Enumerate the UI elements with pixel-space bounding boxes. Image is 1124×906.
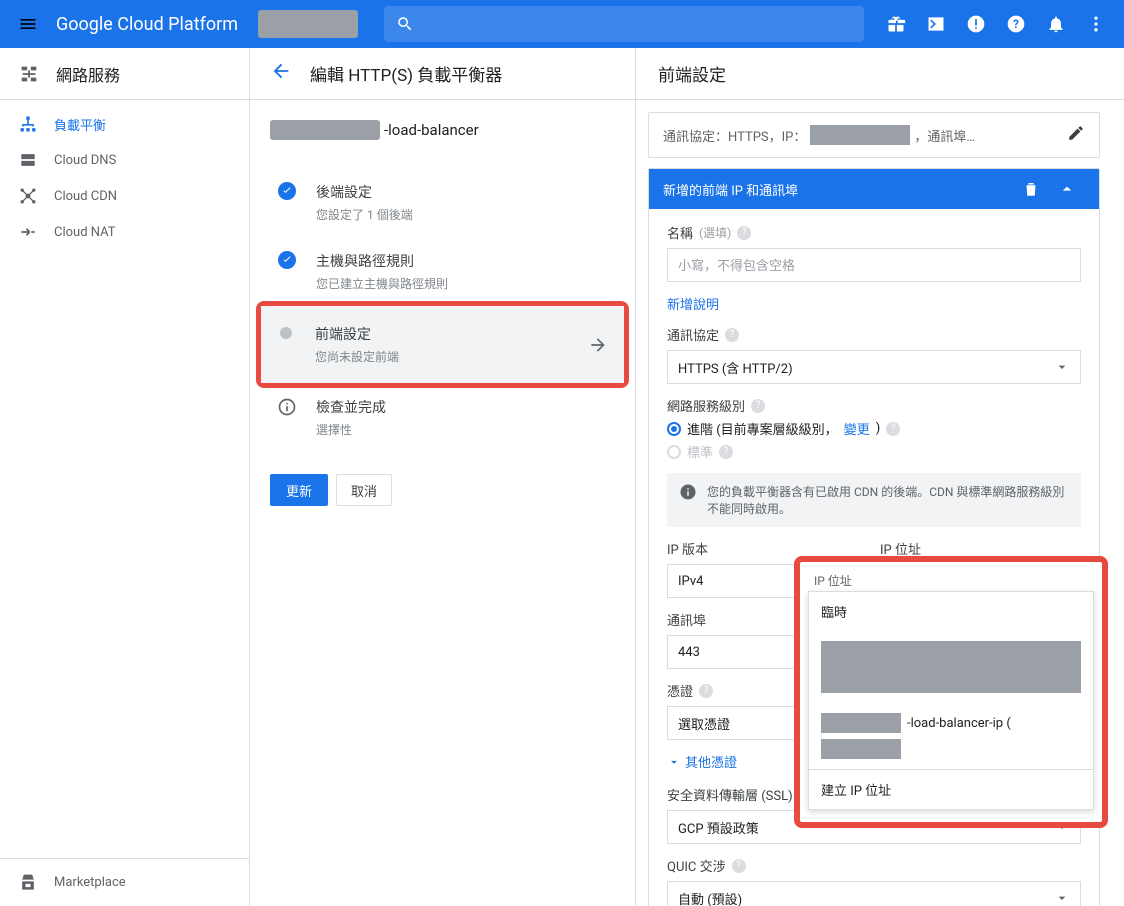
edit-icon[interactable] — [1067, 124, 1085, 146]
arrow-right-icon — [586, 324, 610, 365]
cdn-info-box: 您的負載平衡器含有已啟用 CDN 的後端。CDN 與標準網路服務級別不能同時啟用… — [667, 473, 1081, 527]
field-quic: QUIC 交涉 ? 自動 (預設) — [667, 856, 1081, 906]
alert-icon[interactable] — [956, 14, 996, 34]
collapse-icon[interactable] — [1049, 179, 1085, 199]
nav-item-cloud-nat[interactable]: Cloud NAT — [0, 214, 249, 250]
delete-icon[interactable] — [1013, 180, 1049, 198]
frontend-column: 前端設定 通訊協定：HTTPS，IP： ，通訊埠… 新增的前端 IP 和通訊埠 — [636, 48, 1124, 906]
nav-item-cloud-cdn[interactable]: Cloud CDN — [0, 178, 249, 214]
field-network-tier: 網路服務級別 ? 進階 (目前專案層級級別，變更) ? 標準 ? — [667, 396, 1081, 461]
check-icon — [278, 182, 296, 200]
back-icon[interactable] — [270, 60, 292, 87]
ip-option-lb-ip[interactable]: -load-balancer-ip ( — [809, 703, 1093, 769]
help-icon[interactable]: ? — [737, 226, 751, 240]
step-host-path[interactable]: 主機與路徑規則 您已建立主機與路徑規則 — [270, 237, 615, 306]
nav-section-header: 網路服務 — [0, 48, 249, 100]
project-selector[interactable] — [258, 10, 358, 38]
field-name: 名稱 (選填) ? — [667, 223, 1081, 282]
frontend-title: 前端設定 — [636, 48, 1124, 100]
field-protocol: 通訊協定 ? HTTPS (含 HTTP/2) — [667, 325, 1081, 384]
menu-icon[interactable] — [8, 14, 48, 34]
cloud-shell-icon[interactable] — [916, 14, 956, 34]
top-bar: Google Cloud Platform ? — [0, 0, 1124, 48]
info-icon — [276, 397, 298, 438]
ip-dropdown: 臨時 -load-balancer-ip ( 建立 IP 位址 — [808, 591, 1094, 810]
ip-option-create[interactable]: 建立 IP 位址 — [809, 770, 1093, 809]
help-icon[interactable]: ? — [886, 422, 900, 436]
network-icon — [18, 63, 40, 85]
help-icon[interactable]: ? — [699, 684, 713, 698]
add-description-link[interactable]: 新增說明 — [667, 294, 1081, 313]
editor-column: 編輯 HTTP(S) 負載平衡器 -load-balancer 後端設定 您設定… — [250, 48, 636, 906]
step-backend[interactable]: 後端設定 您設定了 1 個後端 — [270, 168, 615, 237]
name-input[interactable] — [667, 248, 1081, 282]
help-icon[interactable]: ? — [719, 445, 733, 459]
card-header: 新增的前端 IP 和通訊埠 — [649, 169, 1099, 209]
left-nav: 網路服務 負載平衡 Cloud DNS Cloud CDN Cloud NAT … — [0, 48, 250, 906]
protocol-select[interactable]: HTTPS (含 HTTP/2) — [667, 350, 1081, 384]
quic-select[interactable]: 自動 (預設) — [667, 881, 1081, 906]
dot-icon — [280, 327, 292, 339]
nav-item-marketplace[interactable]: Marketplace — [0, 858, 249, 906]
editor-header: 編輯 HTTP(S) 負載平衡器 — [250, 48, 635, 100]
search-box[interactable] — [384, 6, 864, 42]
tier-advanced-radio[interactable]: 進階 (目前專案層級級別，變更) ? — [667, 419, 1081, 438]
editor-title: 編輯 HTTP(S) 負載平衡器 — [310, 61, 502, 86]
step-review[interactable]: 檢查並完成 選擇性 — [270, 383, 615, 452]
brand-label: Google Cloud Platform — [48, 14, 246, 35]
more-icon[interactable] — [1076, 14, 1116, 34]
check-icon — [278, 251, 296, 269]
ip-option-redacted[interactable] — [809, 631, 1093, 703]
cancel-button[interactable]: 取消 — [336, 474, 392, 506]
tier-standard-radio: 標準 ? — [667, 442, 1081, 461]
nav-item-cloud-dns[interactable]: Cloud DNS — [0, 142, 249, 178]
ip-dropdown-highlight: IP 位址 臨時 -load-balancer-ip ( 建立 IP 位址 — [794, 556, 1108, 828]
highlight-frontend: 前端設定 您尚未設定前端 — [256, 301, 629, 388]
svg-text:?: ? — [1013, 17, 1019, 31]
existing-frontend-card: 通訊協定：HTTPS，IP： ，通訊埠… — [648, 112, 1100, 158]
update-button[interactable]: 更新 — [270, 474, 328, 506]
gift-icon[interactable] — [876, 14, 916, 34]
nav-item-load-balancing[interactable]: 負載平衡 — [0, 106, 249, 142]
help-icon[interactable]: ? — [996, 14, 1036, 34]
help-icon[interactable]: ? — [732, 859, 746, 873]
lb-name: -load-balancer — [270, 120, 615, 140]
help-icon[interactable]: ? — [725, 328, 739, 342]
bell-icon[interactable] — [1036, 14, 1076, 34]
help-icon[interactable]: ? — [751, 399, 765, 413]
step-frontend[interactable]: 前端設定 您尚未設定前端 — [261, 306, 624, 383]
ip-option-ephemeral[interactable]: 臨時 — [809, 592, 1093, 631]
